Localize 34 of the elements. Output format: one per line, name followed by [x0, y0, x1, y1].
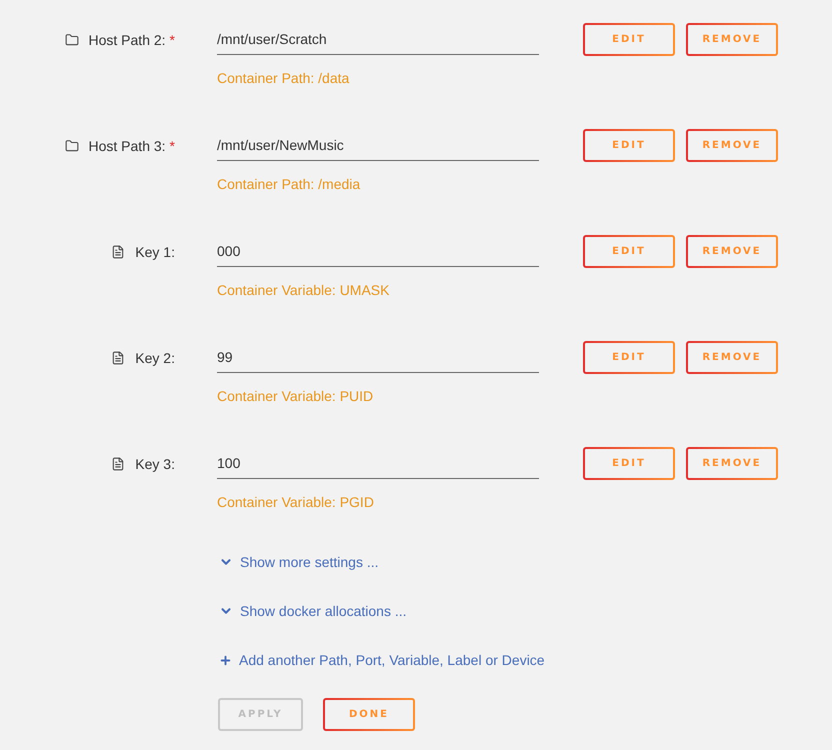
edit-button[interactable]: EDIT — [583, 341, 675, 374]
field-description: Container Variable: PUID — [217, 387, 374, 405]
input-field[interactable]: 100 — [217, 447, 539, 479]
folder-icon — [64, 32, 78, 46]
remove-button[interactable]: REMOVE — [686, 341, 778, 374]
field-description: Container Path: /media — [217, 175, 360, 193]
plus-icon — [219, 654, 232, 666]
field-label: Host Path 2: — [88, 32, 166, 48]
edit-button[interactable]: EDIT — [583, 23, 675, 56]
input-field[interactable]: /mnt/user/NewMusic — [217, 129, 539, 161]
required-mark: * — [170, 138, 175, 154]
document-icon — [111, 456, 126, 470]
remove-button[interactable]: REMOVE — [686, 23, 778, 56]
done-button[interactable]: DONE — [323, 698, 415, 731]
remove-button[interactable]: REMOVE — [686, 235, 778, 268]
field-label: Key 1: — [135, 244, 175, 260]
field-description: Container Variable: UMASK — [217, 281, 390, 299]
edit-button[interactable]: EDIT — [583, 447, 675, 480]
input-field[interactable]: 99 — [217, 341, 539, 373]
remove-button[interactable]: REMOVE — [686, 129, 778, 162]
field-description: Container Variable: PGID — [217, 493, 374, 511]
remove-button[interactable]: REMOVE — [686, 447, 778, 480]
field-label: Key 2: — [135, 350, 175, 366]
input-field[interactable]: 000 — [217, 235, 539, 267]
input-field[interactable]: /mnt/user/Scratch — [217, 23, 539, 55]
document-icon — [111, 244, 126, 258]
required-mark: * — [170, 32, 175, 48]
field-description: Container Path: /data — [217, 69, 350, 87]
document-icon — [111, 350, 126, 364]
folder-icon — [64, 138, 78, 152]
edit-button[interactable]: EDIT — [583, 235, 675, 268]
edit-button[interactable]: EDIT — [583, 129, 675, 162]
field-label: Key 3: — [135, 456, 175, 472]
field-label: Host Path 3: — [88, 138, 166, 154]
